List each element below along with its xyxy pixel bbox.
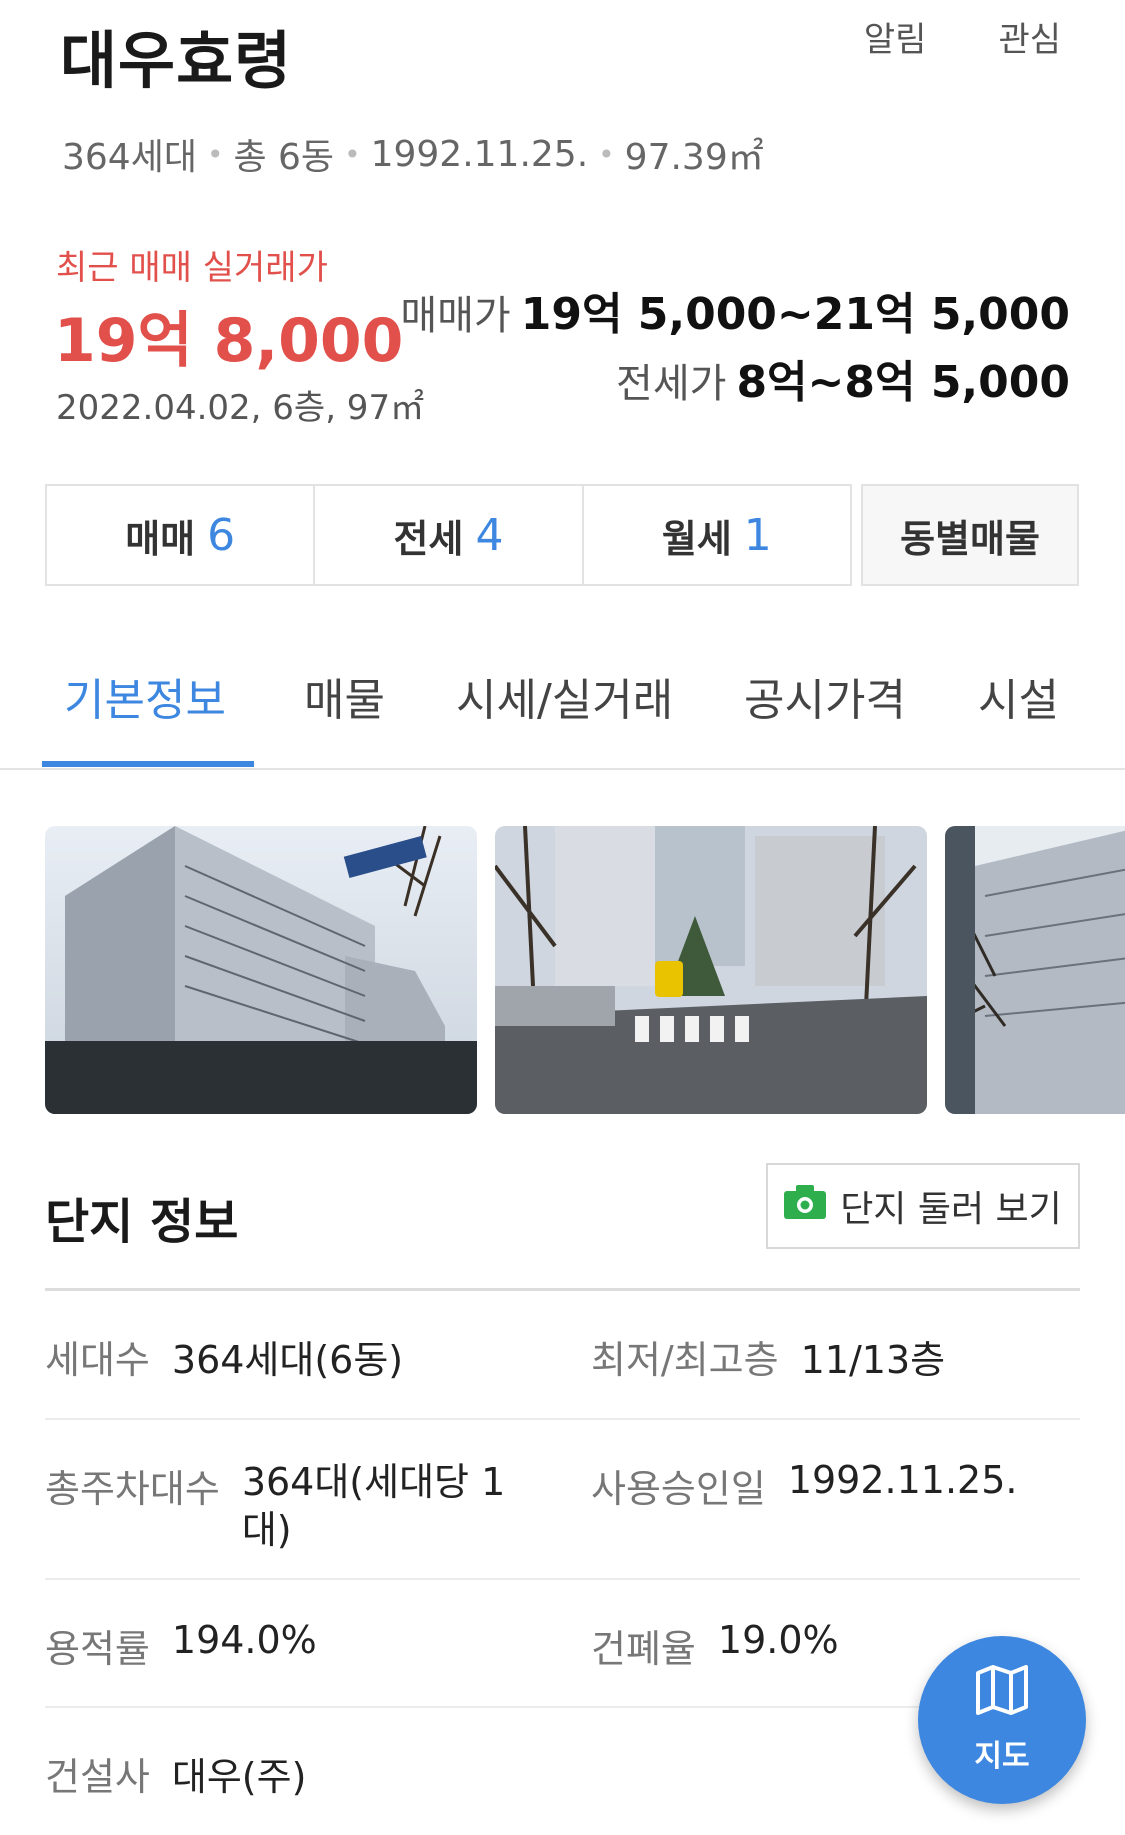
- deal-tab-sale[interactable]: 매매 6: [47, 486, 316, 584]
- map-button-label: 지도: [974, 1739, 1030, 1774]
- camera-icon: [784, 1184, 827, 1228]
- meta-area: 97.39㎡: [624, 137, 764, 178]
- info-value: 364세대(6동): [171, 1338, 404, 1382]
- info-value: 대우(주): [171, 1755, 307, 1799]
- meta-households: 364세대: [62, 137, 197, 178]
- sale-price-label: 매매가: [400, 293, 511, 339]
- info-key: 건설사: [45, 1755, 150, 1799]
- sale-price-range: 19억 5,000~21억 5,000: [520, 289, 1070, 340]
- info-value: 194.0%: [171, 1618, 317, 1662]
- info-key: 총주차대수: [45, 1467, 220, 1511]
- separator-dot: •: [344, 137, 361, 171]
- deal-tab-label: 월세: [661, 516, 732, 561]
- info-cell: 최저/최고층 11/13층: [591, 1329, 945, 1384]
- complex-tour-button[interactable]: 단지 둘러 보기: [766, 1163, 1080, 1249]
- info-value: 11/13층: [800, 1338, 946, 1382]
- sale-price-row: 매매가 19억 5,000~21억 5,000: [400, 278, 1070, 342]
- info-value: 364대(세대당 1대): [241, 1460, 506, 1552]
- jeonse-price-label: 전세가: [616, 361, 727, 407]
- map-button[interactable]: 지도: [918, 1636, 1086, 1804]
- info-cell: 건폐율 19.0%: [591, 1618, 839, 1673]
- info-key: 세대수: [45, 1338, 150, 1382]
- info-cell: 세대수 364세대(6동): [45, 1329, 403, 1384]
- complex-tour-label: 단지 둘러 보기: [840, 1189, 1062, 1230]
- deal-tab-monthly[interactable]: 월세 1: [584, 486, 850, 584]
- tab-market-price[interactable]: 시세/실거래: [456, 664, 673, 728]
- map-icon: [976, 1665, 1028, 1723]
- top-actions: 알림 관심: [864, 12, 1061, 61]
- tab-facilities[interactable]: 시설: [978, 664, 1059, 728]
- jeonse-price-row: 전세가 8억~8억 5,000: [616, 346, 1070, 410]
- meta-approval-date: 1992.11.25.: [370, 133, 589, 175]
- page-title: 대우효령: [60, 24, 293, 97]
- deal-tab-count: 4: [475, 509, 504, 561]
- complex-photo[interactable]: [945, 826, 1125, 1114]
- recent-trade-detail: 2022.04.02, 6층, 97㎡: [56, 388, 425, 428]
- jeonse-price-range: 8억~8억 5,000: [736, 357, 1070, 408]
- recent-trade-label: 최근 매매 실거래가: [56, 248, 328, 288]
- separator-dot: •: [598, 137, 615, 171]
- info-cell: 총주차대수 364대(세대당 1대): [45, 1458, 532, 1554]
- alert-button[interactable]: 알림: [864, 12, 927, 61]
- deal-tab-label: 전세: [393, 516, 464, 561]
- deal-tab-count: 6: [207, 509, 236, 561]
- deal-tab-jeonse[interactable]: 전세 4: [315, 486, 584, 584]
- deal-tab-count: 1: [743, 509, 772, 561]
- info-key: 최저/최고층: [591, 1338, 779, 1382]
- info-cell: 용적률 194.0%: [45, 1618, 317, 1673]
- tab-official-price[interactable]: 공시가격: [744, 664, 906, 728]
- photo-carousel[interactable]: [45, 826, 1125, 1114]
- info-key: 건폐율: [591, 1627, 696, 1671]
- info-row: 세대수 364세대(6동) 최저/최고층 11/13층: [45, 1291, 1080, 1420]
- tab-listings[interactable]: 매물: [304, 664, 385, 728]
- info-cell: 건설사 대우(주): [45, 1746, 306, 1801]
- meta-buildings: 총 6동: [233, 137, 335, 178]
- complex-header: 대우효령 알림 관심 364세대 • 총 6동 • 1992.11.25. • …: [0, 0, 1125, 200]
- info-key: 용적률: [45, 1627, 150, 1671]
- section-tabs: 기본정보 매물 시세/실거래 공시가격 시설: [0, 640, 1125, 770]
- complex-photo[interactable]: [45, 826, 477, 1114]
- deal-tab-label: 매매: [125, 516, 196, 561]
- info-value: 1992.11.25.: [787, 1458, 1018, 1502]
- active-tab-indicator: [42, 761, 254, 767]
- complex-meta: 364세대 • 총 6동 • 1992.11.25. • 97.39㎡: [62, 128, 764, 180]
- info-value: 19.0%: [717, 1618, 839, 1662]
- info-key: 사용승인일: [591, 1467, 766, 1511]
- recent-trade-price: 19억 8,000: [54, 306, 404, 376]
- deal-type-tabs: 매매 6 전세 4 월세 1: [45, 484, 852, 586]
- complex-photo[interactable]: [495, 826, 927, 1114]
- info-cell: 사용승인일 1992.11.25.: [591, 1458, 1017, 1513]
- separator-dot: •: [206, 137, 224, 171]
- tab-basic-info[interactable]: 기본정보: [64, 664, 226, 728]
- info-row: 총주차대수 364대(세대당 1대) 사용승인일 1992.11.25.: [45, 1420, 1080, 1580]
- complex-info-title: 단지 정보: [45, 1194, 239, 1250]
- favorite-button[interactable]: 관심: [998, 12, 1061, 61]
- listings-by-building-button[interactable]: 동별매물: [861, 484, 1079, 586]
